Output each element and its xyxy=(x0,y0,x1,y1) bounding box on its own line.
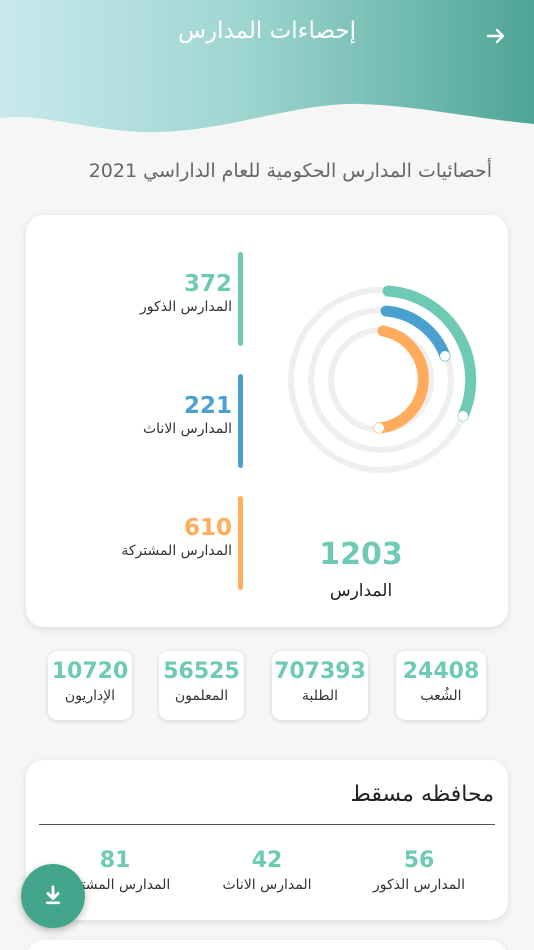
classes-label: الشُعب xyxy=(420,688,462,704)
classes-count: 24408 xyxy=(402,659,480,684)
schools-radial-chart xyxy=(288,285,477,473)
stats-subtitle: أحصائيات المدارس الحكومية للعام الداراسي… xyxy=(88,160,492,182)
governorate-title: محافظه مسقط xyxy=(350,782,494,807)
total-schools-label: المدارس xyxy=(329,581,393,601)
page-title: إحصاءات المدارس xyxy=(177,18,357,44)
students-label: الطلبة xyxy=(301,688,338,704)
teachers-card: 56525 المعلمون xyxy=(159,651,244,720)
classes-card: 24408 الشُعب xyxy=(396,651,486,720)
male-schools-stat: 372 المدارس الذكور xyxy=(140,271,232,315)
male-schools-count: 372 xyxy=(183,271,232,297)
radial-arc-mixed xyxy=(373,325,429,434)
students-count: 707393 xyxy=(274,659,366,684)
male-schools-bar xyxy=(238,252,243,346)
download-icon xyxy=(46,885,60,905)
students-card: 707393 الطلبة xyxy=(272,651,368,720)
radial-dot-mixed xyxy=(374,423,384,433)
governorate-male-label: المدارس الذكور xyxy=(373,877,465,893)
mixed-schools-bar xyxy=(238,496,243,590)
female-schools-count: 221 xyxy=(183,393,232,419)
male-schools-label: المدارس الذكور xyxy=(140,299,232,315)
admins-card: 10720 الإداريون xyxy=(48,651,132,720)
radial-dot-female xyxy=(440,351,450,361)
governorate-card[interactable]: محافظه مسقط 56 المدارس الذكور 42 المدارس… xyxy=(26,760,508,920)
governorate-female-label: المدارس الاناث xyxy=(222,877,312,893)
governorate-male-stat: 56 المدارس الذكور xyxy=(344,848,494,893)
governorate-female-count: 42 xyxy=(251,848,283,873)
female-schools-label: المدارس الاناث xyxy=(142,421,232,437)
teachers-count: 56525 xyxy=(163,659,240,684)
governorate-male-count: 56 xyxy=(403,848,435,873)
schools-summary-card: 372 المدارس الذكور 221 المدارس الاناث 61… xyxy=(26,215,508,627)
female-schools-stat: 221 المدارس الاناث xyxy=(143,393,232,437)
female-schools-bar xyxy=(238,374,243,468)
next-governorate-card[interactable] xyxy=(26,940,508,950)
admins-label: الإداريون xyxy=(64,688,116,704)
download-button[interactable] xyxy=(21,864,85,928)
arrow-right-icon xyxy=(486,28,505,44)
radial-dot-male xyxy=(458,411,468,421)
back-button[interactable] xyxy=(484,24,512,52)
total-schools-count: 1203 xyxy=(319,537,403,572)
mixed-schools-stat: 610 المدارس المشتركة xyxy=(121,515,232,559)
teachers-label: المعلمون xyxy=(174,688,229,704)
admins-count: 10720 xyxy=(51,659,129,684)
governorate-female-stat: 42 المدارس الاناث xyxy=(192,848,342,893)
governorate-divider xyxy=(39,824,495,825)
app-header: إحصاءات المدارس xyxy=(0,0,534,150)
mixed-schools-label: المدارس المشتركة xyxy=(121,543,232,559)
mixed-schools-count: 610 xyxy=(183,515,232,541)
